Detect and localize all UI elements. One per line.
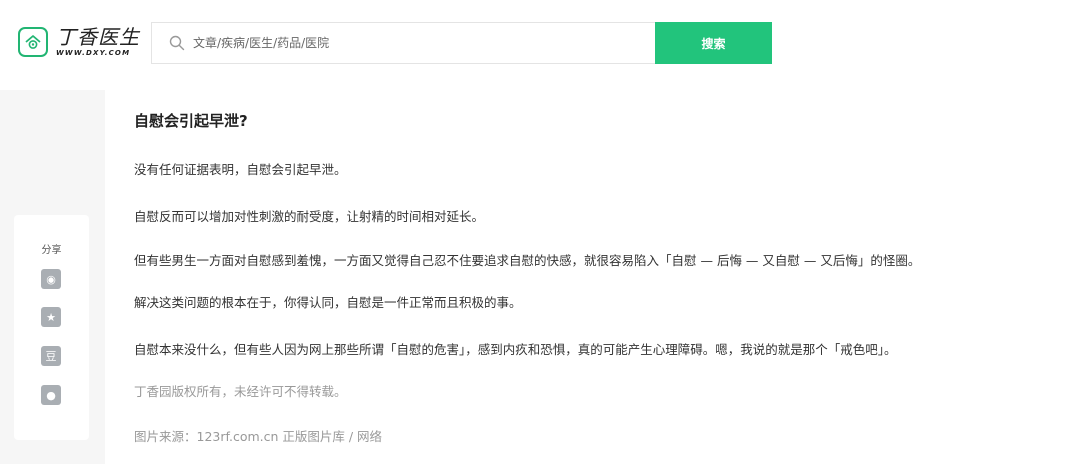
- logo-house-icon: [18, 27, 48, 57]
- site-logo[interactable]: 丁香医生 WWW.DXY.COM: [18, 25, 140, 59]
- image-source: 图片来源：123rf.com.cn 正版图片库 / 网络: [134, 429, 383, 444]
- logo-title: 丁香医生: [56, 24, 140, 49]
- weibo-icon[interactable]: ◉: [41, 269, 61, 289]
- left-sidebar: 分享 ◉ ★ 豆 ●: [0, 90, 105, 464]
- search-button[interactable]: 搜索: [655, 22, 772, 64]
- logo-text: 丁香医生 WWW.DXY.COM: [56, 27, 140, 58]
- article-paragraph: 但有些男生一方面对自慰感到羞愧，一方面又觉得自己忍不住要追求自慰的快感，就很容易…: [134, 253, 921, 268]
- qzone-star-icon[interactable]: ★: [41, 307, 61, 327]
- article-paragraph: 自慰反而可以增加对性刺激的耐受度，让射精的时间相对延长。: [134, 209, 485, 224]
- search-icon: [169, 35, 185, 51]
- share-panel: 分享 ◉ ★ 豆 ●: [14, 215, 89, 440]
- wechat-icon[interactable]: ●: [41, 385, 61, 405]
- article-paragraph: 解决这类问题的根本在于，你得认同，自慰是一件正常而且积极的事。: [134, 295, 522, 310]
- search-input[interactable]: [193, 36, 633, 50]
- article-paragraph: 自慰本来没什么，但有些人因为网上那些所谓「自慰的危害」，感到内疚和恐惧，真的可能…: [134, 342, 897, 357]
- copyright-notice: 丁香园版权所有，未经许可不得转载。: [134, 384, 347, 399]
- site-header: 丁香医生 WWW.DXY.COM 搜索: [0, 0, 1080, 90]
- share-label: 分享: [41, 245, 62, 256]
- article-paragraph: 没有任何证据表明，自慰会引起早泄。: [134, 162, 347, 177]
- logo-url: WWW.DXY.COM: [56, 48, 131, 57]
- search-box: [151, 22, 656, 64]
- article-title: 自慰会引起早泄?: [134, 112, 248, 130]
- douban-icon[interactable]: 豆: [41, 346, 61, 366]
